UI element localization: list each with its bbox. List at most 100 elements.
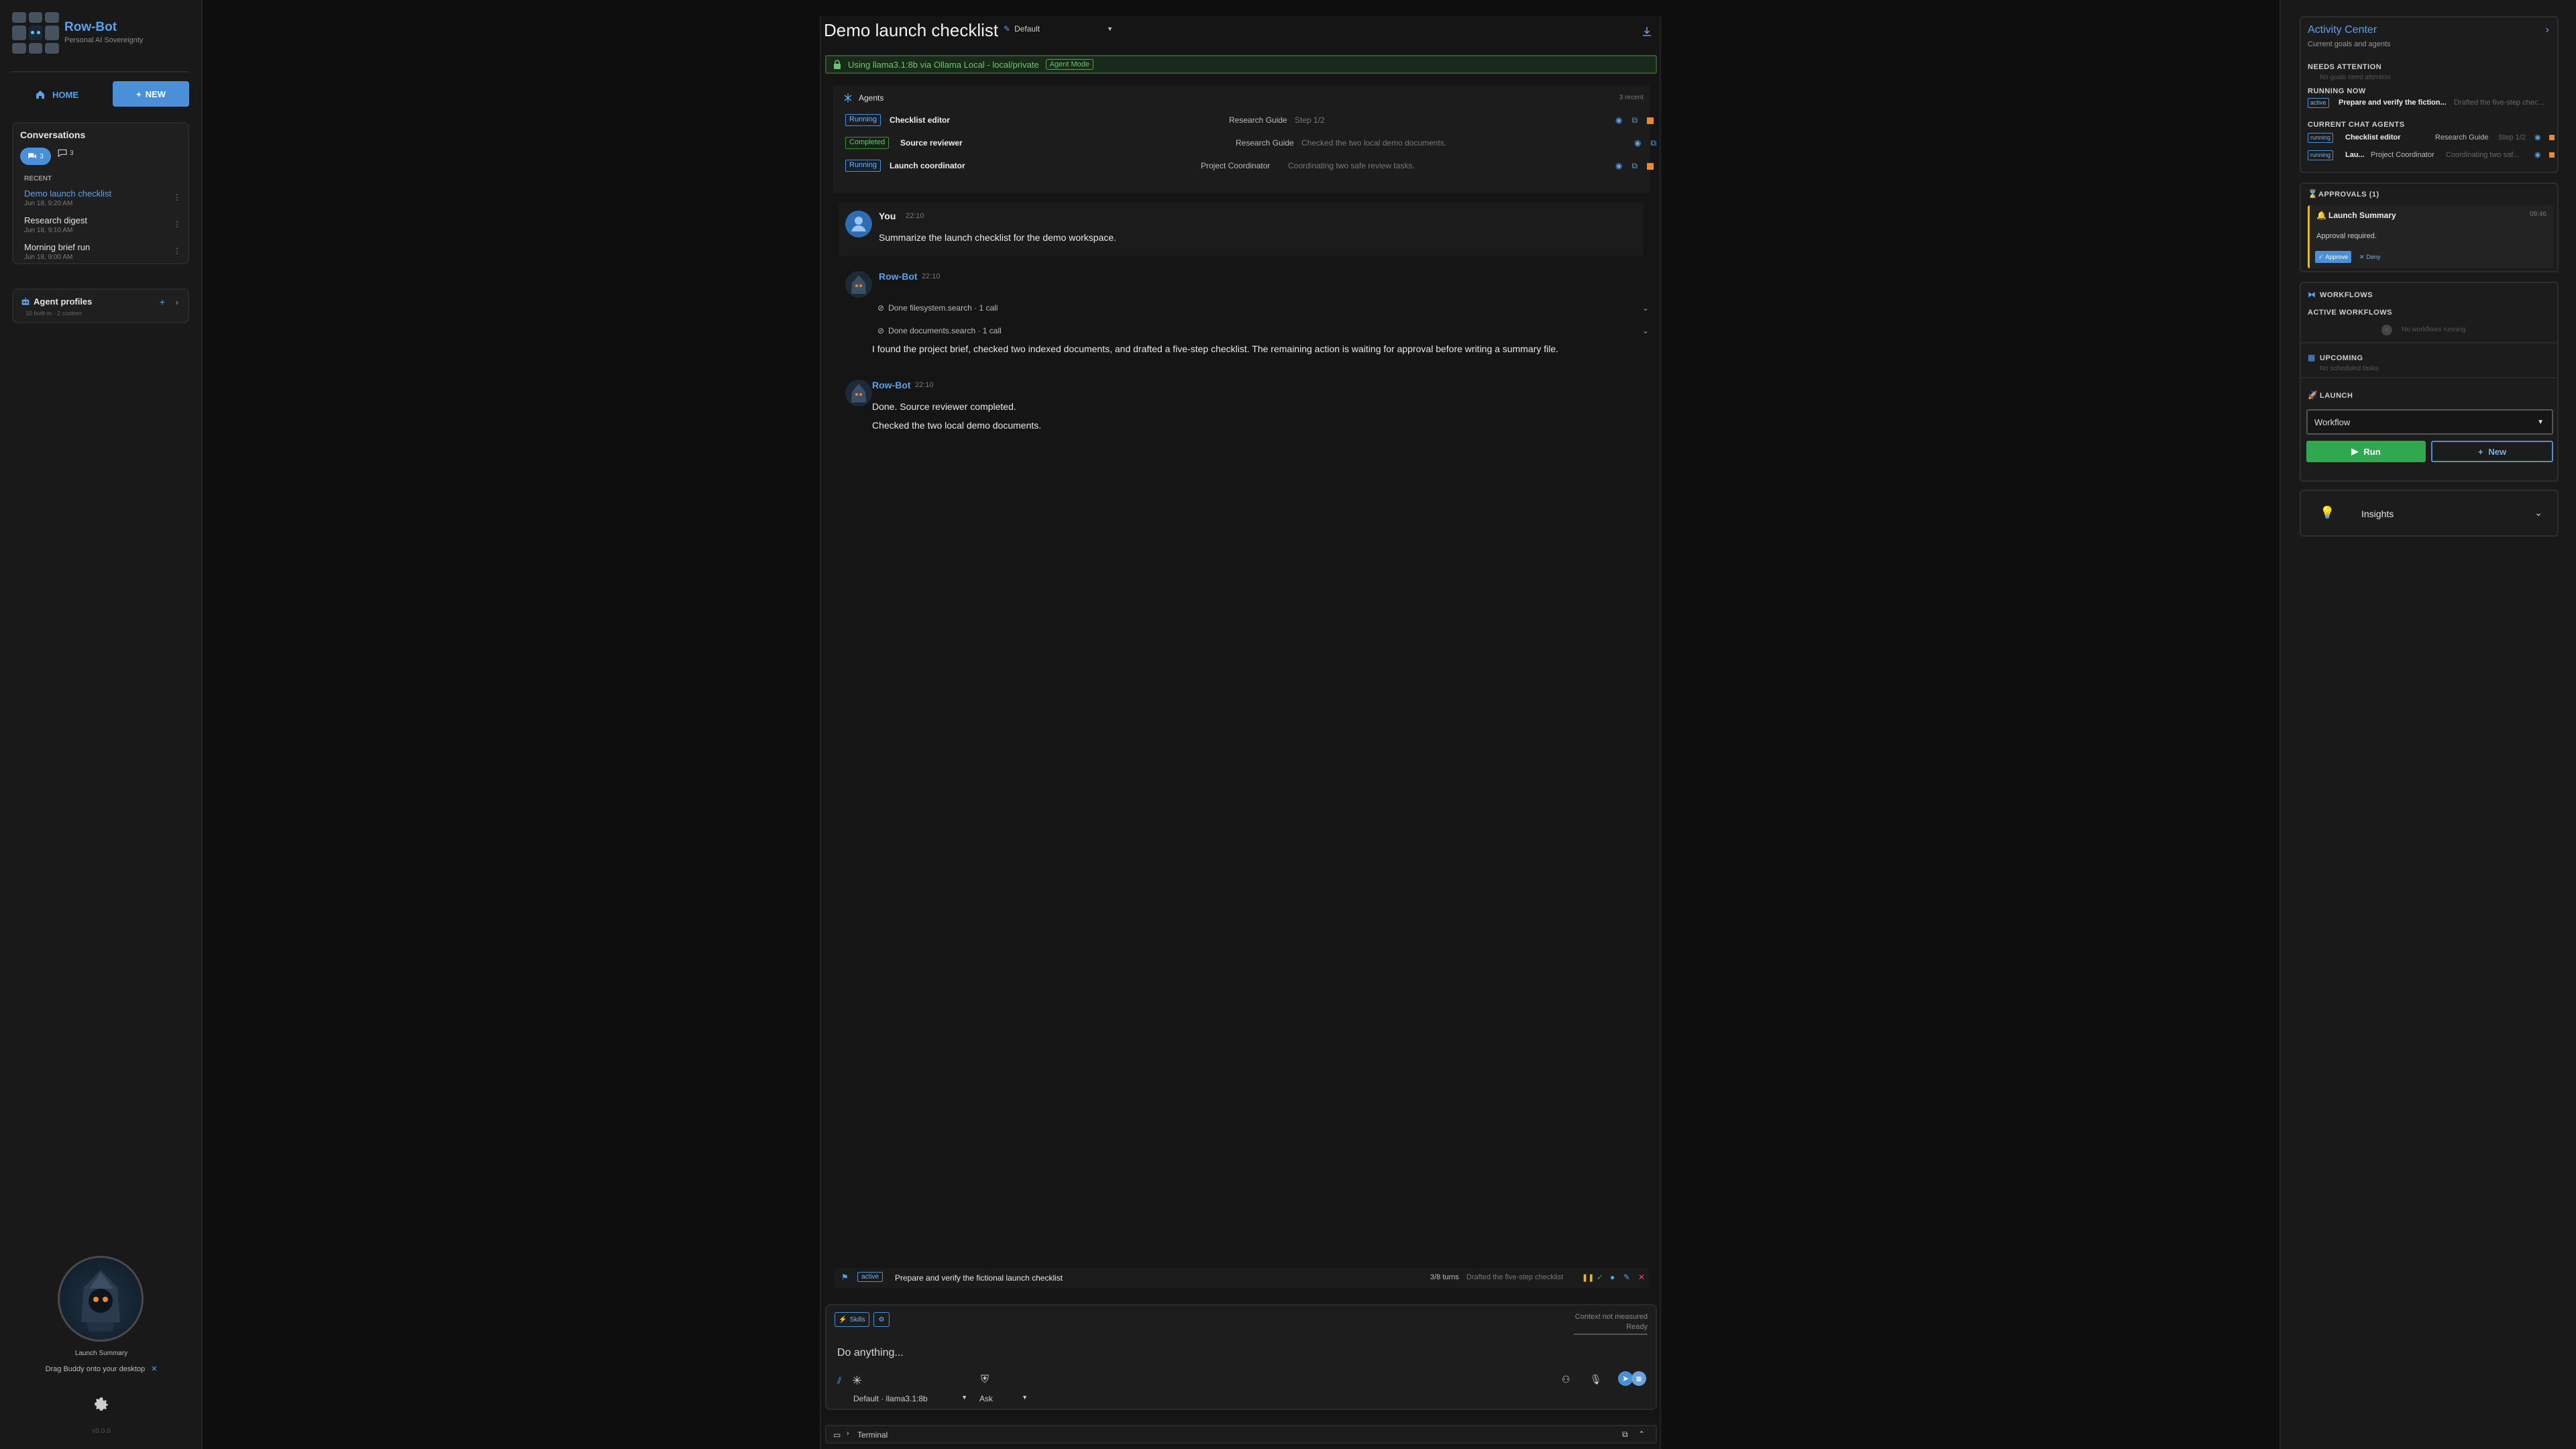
new-workflow-button[interactable]: + New (2431, 441, 2553, 462)
conversation-item[interactable]: Research digest Jun 18, 9:10 AM ⋮ (24, 215, 185, 234)
agents-label: Agents (859, 93, 884, 103)
divider (11, 71, 189, 72)
chevron-right-icon[interactable]: › (2546, 24, 2549, 36)
conversation-date: Jun 18, 9:10 AM (24, 227, 73, 234)
approval-item: 🔔 Launch Summary 09:46 Approval required… (2308, 205, 2553, 268)
add-profile-icon[interactable]: + (160, 297, 165, 307)
microphone-icon[interactable]: 🎙 (1590, 1374, 1602, 1385)
agent-note: Step 1/2 (2498, 133, 2526, 142)
close-icon[interactable]: ✕ (1638, 1273, 1645, 1282)
model-label: Default · llama3.1:8b (853, 1394, 928, 1403)
chat-agent-row[interactable]: running Lau... Project Coordinator Coord… (2308, 149, 2556, 162)
chat-agent-row[interactable]: running Checklist editor Research Guide … (2308, 131, 2556, 145)
agents-header[interactable]: Agents (843, 93, 883, 103)
voice-settings-icon[interactable]: ⚇ (1562, 1374, 1570, 1385)
agent-profiles-panel[interactable]: Agent profiles 10 built-in · 2 custom + … (12, 288, 189, 323)
conversation-item[interactable]: Demo launch checklist Jun 18, 9:20 AM ⋮ (24, 189, 185, 207)
agent-row[interactable]: Running Launch coordinator Project Coord… (845, 158, 1654, 174)
eye-icon[interactable]: ◉ (2534, 133, 2541, 142)
message-text: Done. Source reviewer completed. (872, 401, 1016, 412)
tool-call-row[interactable]: ⊘ Done documents.search · 1 call ⌄ (877, 322, 1653, 339)
chevron-up-icon[interactable]: ⌃ (1638, 1430, 1645, 1439)
tools-button[interactable]: ⚙ (873, 1312, 890, 1327)
deny-button[interactable]: ✕ Deny (2359, 251, 2381, 263)
running-goal-row[interactable]: active Prepare and verify the fiction...… (2308, 97, 2556, 110)
stop-icon[interactable] (1647, 163, 1654, 170)
eye-icon[interactable]: ◉ (2534, 150, 2541, 159)
agents-recent-count: 3 recent (1619, 94, 1644, 101)
eye-icon[interactable]: ◉ (1634, 138, 1641, 148)
buddy-avatar[interactable] (58, 1256, 144, 1342)
model-selector[interactable]: Default · llama3.1:8b ▼ (853, 1394, 967, 1403)
send-button[interactable]: ➤ (1618, 1371, 1633, 1386)
eye-icon[interactable]: ◉ (1615, 161, 1622, 171)
message-input[interactable]: Do anything... (837, 1347, 904, 1359)
approve-button[interactable]: ✓ Approve (2315, 251, 2352, 263)
run-workflow-button[interactable]: ▶ Run (2306, 441, 2426, 462)
conversations-title: Conversations (20, 129, 86, 140)
agent-note: Coordinating two safe review tasks. (1288, 161, 1415, 170)
popout-icon[interactable]: ⧉ (1622, 1430, 1628, 1440)
run-label: Run (2363, 446, 2381, 457)
new-chat-button[interactable]: + NEW (113, 81, 189, 107)
stop-icon[interactable] (2549, 135, 2555, 140)
open-external-icon[interactable]: ⧉ (1650, 138, 1656, 148)
download-icon[interactable] (1641, 25, 1653, 38)
user-message: You 22:10 Summarize the launch checklist… (839, 203, 1644, 256)
approval-time: 09:46 (2529, 211, 2546, 218)
skills-button[interactable]: ⚡ Skills (835, 1312, 869, 1327)
skills-label: Skills (849, 1316, 865, 1324)
agent-row[interactable]: Running Checklist editor Research Guide … (845, 113, 1654, 129)
no-workflows-text: No workflows running (2402, 326, 2466, 333)
empty-icon: ○ (2381, 325, 2392, 335)
chevron-right-icon[interactable]: › (175, 297, 178, 307)
stop-icon[interactable] (1647, 117, 1654, 124)
tab-active-chats[interactable]: 3 (20, 148, 51, 165)
robot-icon (21, 298, 30, 305)
conversation-item[interactable]: Morning brief run Jun 18, 9:00 AM ⋮ (24, 242, 185, 261)
pause-icon[interactable]: ❚❚ (1582, 1273, 1594, 1282)
agent-name: Source reviewer (900, 138, 963, 148)
needs-attention-empty: No goals need attention (2320, 74, 2391, 81)
agent-row[interactable]: Completed Source reviewer Research Guide… (845, 136, 1656, 152)
more-icon[interactable]: ⋮ (173, 246, 181, 256)
open-external-icon[interactable]: ⧉ (1631, 115, 1638, 125)
needs-attention-label: NEEDS ATTENTION (2308, 63, 2382, 71)
close-icon[interactable]: ✕ (151, 1365, 157, 1373)
conversation-title: Research digest (24, 215, 87, 225)
hourglass-icon: ⌛ (2308, 189, 2318, 199)
agent-profile: Project Coordinator (2371, 151, 2434, 159)
goal-tag: active (2308, 98, 2329, 108)
home-button[interactable]: HOME (24, 83, 103, 106)
terminal-bar[interactable]: ▭ › Terminal ⧉ ⌃ (825, 1425, 1657, 1444)
insights-card[interactable]: 💡 Insights ⌄ (2300, 490, 2559, 537)
more-icon[interactable]: ⋮ (173, 193, 181, 202)
insights-label: Insights (2361, 508, 2394, 519)
calendar-icon: ▦ (2308, 353, 2316, 362)
queue-button[interactable]: ▦ (1631, 1371, 1646, 1386)
open-external-icon[interactable]: ⧉ (1631, 161, 1638, 171)
more-icon[interactable]: ⋮ (173, 219, 181, 229)
goal-status-bar[interactable]: ⚑ active Prepare and verify the fictiona… (835, 1268, 1649, 1288)
pencil-icon[interactable]: ✎ (1004, 24, 1010, 34)
agent-mode-icon[interactable]: ✳ (852, 1374, 862, 1388)
shield-icon[interactable]: ⛨ (981, 1374, 989, 1386)
eye-icon[interactable]: ◉ (1615, 115, 1622, 125)
persona-selector[interactable]: ✎ Default ▼ (1004, 24, 1113, 34)
mode-label: Ask (979, 1394, 994, 1403)
tab-all-chats[interactable]: 3 (58, 149, 74, 157)
conversation-title: Demo launch checklist (24, 189, 112, 199)
gear-icon[interactable] (93, 1395, 110, 1413)
tool-call-row[interactable]: ⊘ Done filesystem.search · 1 call ⌄ (877, 299, 1653, 317)
drag-buddy-text: Drag Buddy onto your desktop (45, 1365, 146, 1373)
new-workflow-label: New (2488, 446, 2507, 457)
info-icon[interactable]: ● (1610, 1273, 1615, 1282)
workflow-select[interactable]: Workflow ▼ (2306, 409, 2553, 435)
attach-icon[interactable]: ⫽ (837, 1375, 841, 1387)
check-icon[interactable]: ✓ (1597, 1273, 1603, 1282)
conversations-panel: Conversations 3 3 RECENT Demo launch che… (12, 122, 189, 264)
edit-icon[interactable]: ✎ (1623, 1273, 1630, 1282)
activity-subtitle: Current goals and agents (2308, 40, 2391, 48)
mode-selector[interactable]: Ask ▼ (979, 1394, 1028, 1403)
stop-icon[interactable] (2549, 152, 2555, 158)
